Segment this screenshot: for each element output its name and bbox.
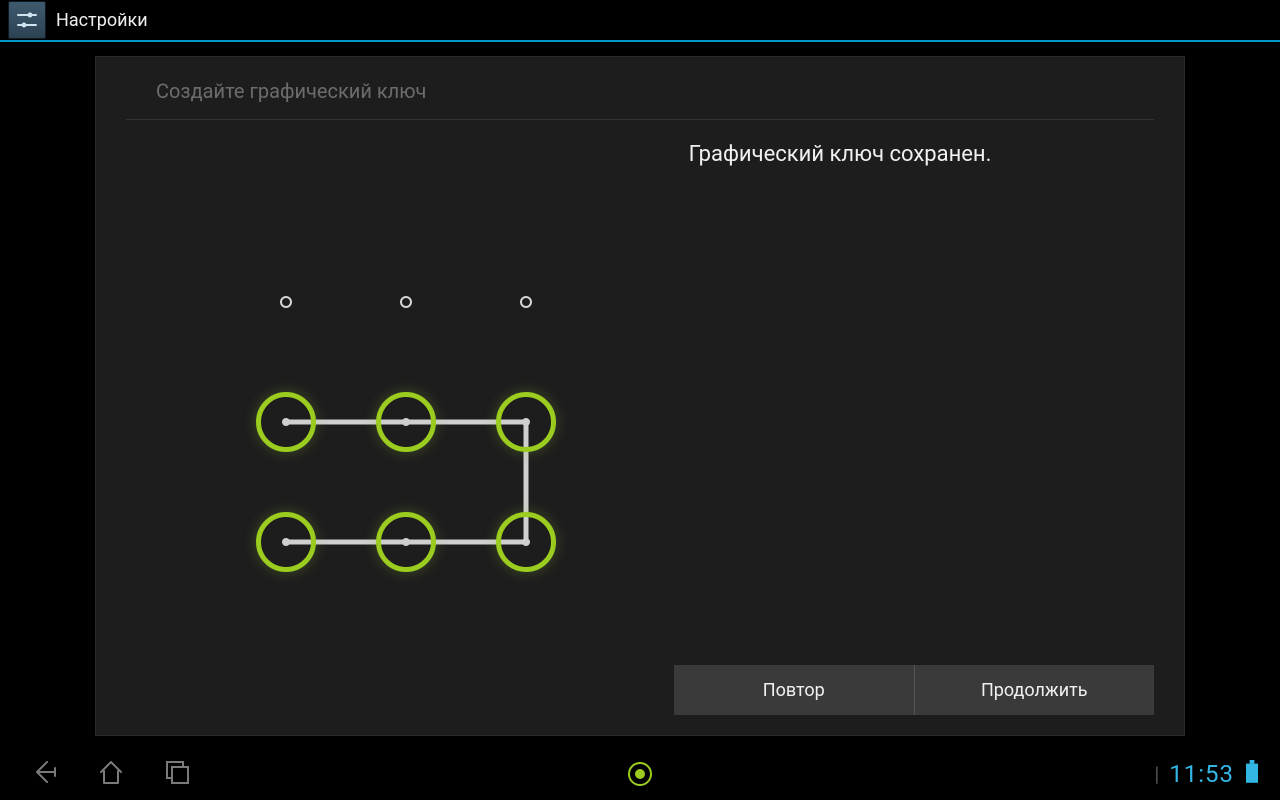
button-bar: Повтор Продолжить	[674, 665, 1154, 715]
pattern-dot-1[interactable]	[376, 272, 436, 332]
recent-apps-button[interactable]	[162, 757, 192, 791]
pattern-dot-2[interactable]	[496, 272, 556, 332]
pattern-dot-8[interactable]	[496, 512, 556, 572]
divider	[126, 119, 1154, 120]
status-divider: |	[1154, 762, 1159, 786]
action-bar: Настройки	[0, 0, 1280, 42]
settings-icon	[8, 1, 46, 39]
pattern-dot-4[interactable]	[376, 392, 436, 452]
pattern-status-message: Графический ключ сохранен.	[496, 142, 1184, 167]
pattern-dot-0[interactable]	[256, 272, 316, 332]
action-bar-title: Настройки	[56, 10, 148, 31]
status-tray[interactable]: | 11:53	[1154, 760, 1280, 788]
home-button[interactable]	[96, 757, 126, 791]
pattern-dot-5[interactable]	[496, 392, 556, 452]
system-navigation-bar: | 11:53	[0, 748, 1280, 800]
pattern-dot-6[interactable]	[256, 512, 316, 572]
back-button[interactable]	[30, 757, 60, 791]
clock: 11:53	[1169, 760, 1234, 788]
continue-button[interactable]: Продолжить	[915, 665, 1155, 715]
retry-button[interactable]: Повтор	[674, 665, 914, 715]
pattern-dot-7[interactable]	[376, 512, 436, 572]
battery-icon	[1244, 760, 1260, 788]
panel-title: Создайте графический ключ	[96, 57, 1184, 119]
pattern-dot-3[interactable]	[256, 392, 316, 452]
content-panel: Создайте графический ключ Графический кл…	[95, 56, 1185, 736]
pattern-lock-grid[interactable]	[256, 272, 556, 572]
center-indicator-icon	[628, 762, 652, 786]
